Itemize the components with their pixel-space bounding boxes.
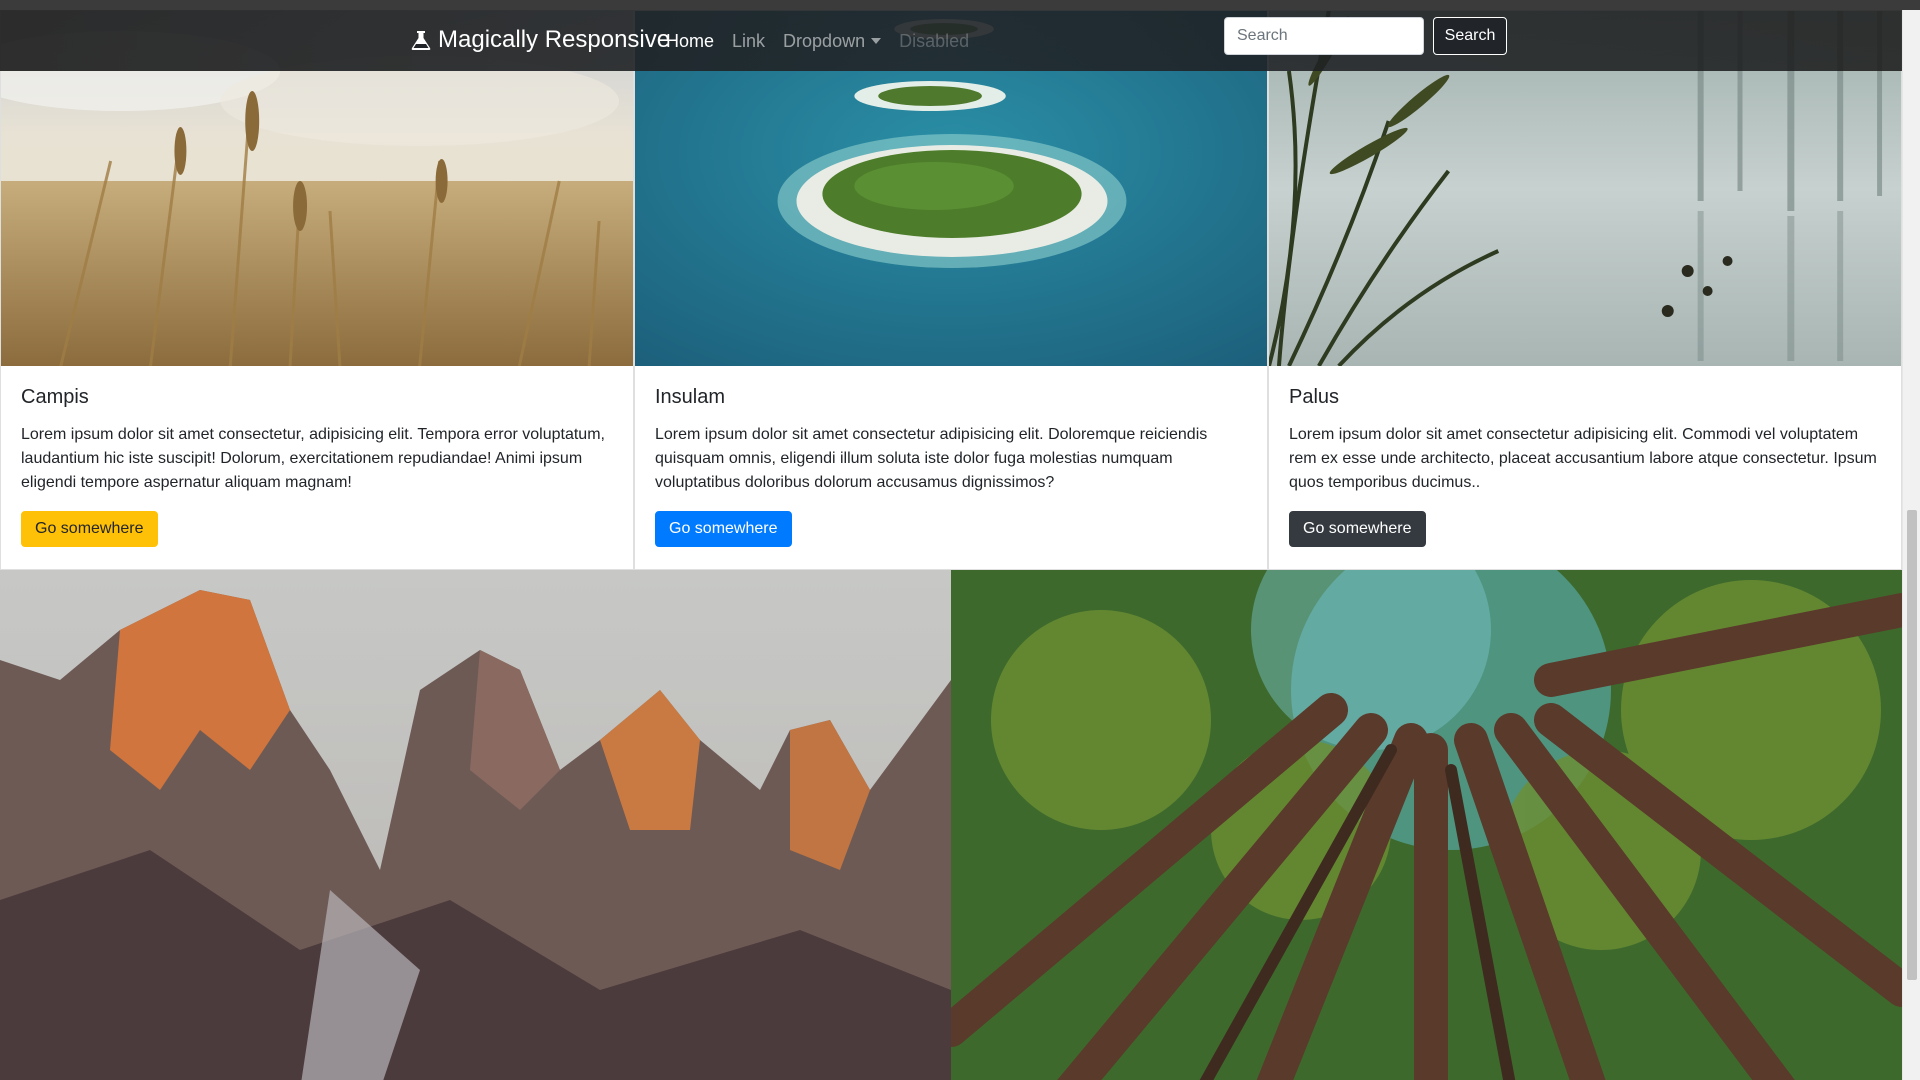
flask-icon xyxy=(410,29,432,51)
forest-canopy-image xyxy=(951,570,1902,1080)
card-palus: Palus Lorem ipsum dolor sit amet consect… xyxy=(1268,10,1902,570)
scrollbar-thumb[interactable] xyxy=(1907,510,1917,980)
go-somewhere-button[interactable]: Go somewhere xyxy=(655,511,792,547)
card-row: Campis Lorem ipsum dolor sit amet consec… xyxy=(0,10,1902,570)
vertical-scrollbar[interactable] xyxy=(1902,10,1920,1080)
browser-top-strip xyxy=(0,0,1920,10)
brand-text: Magically Responsive xyxy=(438,26,671,53)
card-body: Palus Lorem ipsum dolor sit amet consect… xyxy=(1269,366,1901,567)
mountains-image xyxy=(0,570,951,1080)
card-text: Lorem ipsum dolor sit amet consectetur, … xyxy=(21,426,605,491)
nav-link-link[interactable]: Link xyxy=(732,31,765,52)
dropdown-label: Dropdown xyxy=(783,30,866,51)
card-campis: Campis Lorem ipsum dolor sit amet consec… xyxy=(0,10,634,570)
nav-home-link[interactable]: Home xyxy=(666,31,714,52)
card-title: Palus xyxy=(1289,386,1340,408)
card-text: Lorem ipsum dolor sit amet consectetur a… xyxy=(655,426,1208,491)
nav-dropdown[interactable]: Dropdown xyxy=(783,30,882,52)
card-body: Campis Lorem ipsum dolor sit amet consec… xyxy=(1,366,633,567)
page-viewport: Campis Lorem ipsum dolor sit amet consec… xyxy=(0,10,1902,1080)
card-insulam: Insulam Lorem ipsum dolor sit amet conse… xyxy=(634,10,1268,570)
brand-link[interactable]: Magically Responsive xyxy=(410,24,670,56)
card-title: Insulam xyxy=(655,386,726,408)
nav-disabled-link: Disabled xyxy=(899,30,970,51)
search-button[interactable]: Search xyxy=(1433,17,1507,55)
search-input[interactable] xyxy=(1224,17,1424,55)
card-text: Lorem ipsum dolor sit amet consectetur a… xyxy=(1289,426,1877,491)
card-title: Campis xyxy=(21,386,89,408)
card-body: Insulam Lorem ipsum dolor sit amet conse… xyxy=(635,366,1267,567)
go-somewhere-button[interactable]: Go somewhere xyxy=(21,511,158,547)
bottom-image-row xyxy=(0,570,1902,1080)
go-somewhere-button[interactable]: Go somewhere xyxy=(1289,511,1426,547)
caret-down-icon xyxy=(871,37,882,44)
nav-links: Home Link Dropdown Disabled xyxy=(666,26,987,56)
top-navbar: Magically Responsive Home Link Dropdown … xyxy=(0,10,1902,71)
